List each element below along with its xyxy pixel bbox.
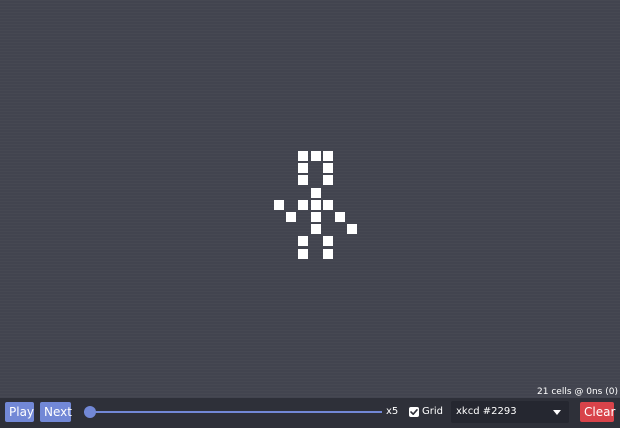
toolbar: Play Next x5 Grid xkcd #2293 Clear: [0, 398, 620, 428]
live-cell[interactable]: [311, 151, 321, 161]
live-cell[interactable]: [323, 200, 333, 210]
live-cell[interactable]: [274, 200, 284, 210]
live-cell[interactable]: [323, 151, 333, 161]
live-cell[interactable]: [323, 236, 333, 246]
live-cell[interactable]: [323, 163, 333, 173]
preset-selected-value: xkcd #2293: [456, 406, 517, 417]
live-cell[interactable]: [311, 200, 321, 210]
live-cell[interactable]: [311, 224, 321, 234]
grid-label[interactable]: Grid: [422, 406, 443, 418]
checkmark-icon: [410, 409, 418, 415]
speed-slider-thumb[interactable]: [84, 406, 96, 418]
live-cell[interactable]: [311, 212, 321, 222]
play-button[interactable]: Play: [5, 402, 34, 422]
live-cell[interactable]: [298, 249, 308, 259]
status-text: 21 cells @ 0ns (0): [537, 387, 618, 397]
grid-checkbox[interactable]: [409, 407, 419, 417]
live-cell[interactable]: [298, 163, 308, 173]
live-cell[interactable]: [298, 200, 308, 210]
live-cell[interactable]: [286, 212, 296, 222]
cell-board[interactable]: [0, 0, 620, 398]
chevron-down-icon: [553, 410, 561, 415]
live-cell[interactable]: [311, 188, 321, 198]
clear-button[interactable]: Clear: [580, 402, 615, 422]
next-button[interactable]: Next: [40, 402, 72, 422]
live-cell[interactable]: [323, 175, 333, 185]
live-cell[interactable]: [298, 175, 308, 185]
live-cell[interactable]: [335, 212, 345, 222]
speed-slider-track[interactable]: [84, 411, 382, 413]
speed-slider[interactable]: [84, 403, 382, 421]
live-cell[interactable]: [347, 224, 357, 234]
preset-select[interactable]: xkcd #2293: [451, 401, 569, 423]
live-cell[interactable]: [298, 151, 308, 161]
live-cell[interactable]: [298, 236, 308, 246]
live-cell[interactable]: [323, 249, 333, 259]
speed-label: x5: [386, 406, 399, 417]
